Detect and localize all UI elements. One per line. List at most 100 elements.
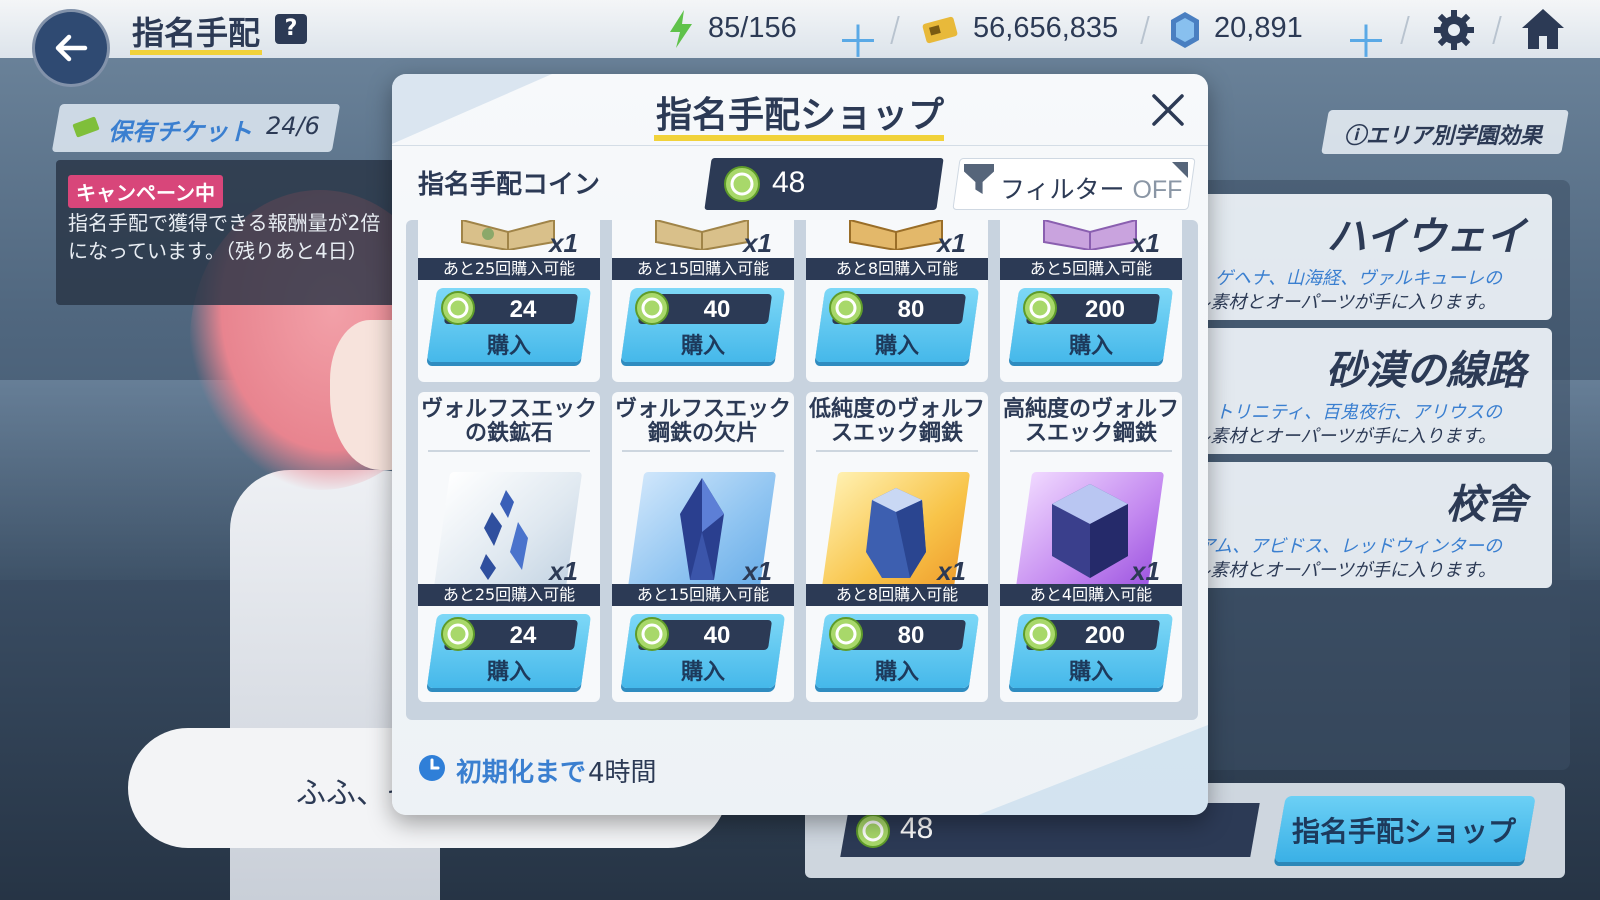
filter-state: OFF: [1132, 176, 1183, 204]
reset-label: 初期化まで: [456, 758, 587, 788]
back-arrow-icon: [55, 34, 88, 62]
buy-label: 購入: [874, 334, 919, 359]
book-icon: [849, 220, 943, 250]
stamina-bolt-icon: [670, 10, 692, 48]
buy-label: 購入: [1068, 660, 1113, 685]
ticket-icon: [72, 116, 100, 138]
buy-label: 購入: [486, 660, 531, 685]
price: 80: [897, 622, 925, 649]
area-name: 砂漠の線路: [1326, 348, 1526, 394]
title-underline: [130, 50, 262, 55]
purchase-limit: あと15回購入可能: [612, 258, 794, 280]
modal-header-separator: [392, 145, 1208, 146]
item-card: x1 あと25回購入可能 24 購入: [418, 220, 600, 382]
item-name: 低純度のヴォルフスエック鋼鉄: [808, 397, 985, 446]
shop-button-label: 指名手配ショップ: [1292, 815, 1517, 848]
credits-value: 56,656,835: [973, 12, 1119, 44]
back-button[interactable]: [32, 9, 110, 87]
item-card-high-purity-steel: 高純度のヴォルフスエック鋼鉄 x1 あと4回購入可能 200 購入: [1000, 392, 1182, 702]
ticket-count: 24/6: [266, 112, 320, 140]
gems-value: 20,891: [1214, 12, 1303, 44]
clock-icon: [419, 755, 445, 781]
item-quantity: x1: [743, 556, 772, 586]
area-schools: ゲヘナ、山海経、ヴァルキューレの: [1214, 268, 1502, 289]
area-desc: キル素材とオーパーツが手に入ります。: [1174, 426, 1496, 447]
item-card: x1 あと8回購入可能 80 購入: [806, 220, 988, 382]
price: 200: [1084, 296, 1126, 323]
price: 80: [897, 296, 925, 323]
purchase-limit: あと25回購入可能: [418, 584, 600, 606]
item-name-separator: [622, 450, 784, 452]
area-desc: キル素材とオーパーツが手に入ります。: [1174, 292, 1496, 313]
item-card: x1 あと15回購入可能 40 購入: [612, 220, 794, 382]
item-card-low-purity-steel: 低純度のヴォルフスエック鋼鉄 x1 あと8回購入可能 80 購入: [806, 392, 988, 702]
filter-label: フィルター OFF: [1000, 175, 1183, 204]
help-icon[interactable]: ?: [275, 14, 307, 44]
area-name: 校舎: [1446, 482, 1526, 528]
buy-label: 購入: [1068, 334, 1113, 359]
add-gems-button[interactable]: ＋: [1344, 6, 1388, 70]
item-quantity: x1: [549, 228, 578, 258]
item-quantity: x1: [937, 228, 966, 258]
credit-ticket-icon: [922, 16, 958, 44]
book-icon: [461, 220, 555, 250]
shop-modal: 指名手配ショップ 指名手配コイン 48 フィルター OFF x1 あと25回購入…: [392, 74, 1208, 815]
purchase-limit: あと4回購入可能: [1000, 584, 1182, 606]
item-name: ヴォルフスエックの鉄鉱石: [420, 397, 597, 446]
area-card-school-building[interactable]: 校舎 ニアム、アビドス、レッドウィンターの キル素材とオーパーツが手に入ります。: [1174, 462, 1552, 588]
area-card-desert-railway[interactable]: 砂漠の線路 トリニティ、百鬼夜行、アリウスの キル素材とオーパーツが手に入ります…: [1174, 328, 1552, 454]
book-icon: [1043, 220, 1137, 250]
item-quantity: x1: [1131, 228, 1160, 258]
area-effect-label: ⓘエリア別学園効果: [1344, 124, 1543, 149]
purchase-limit: あと5回購入可能: [1000, 258, 1182, 280]
coin-icon: [856, 814, 890, 848]
page-title: 指名手配: [132, 14, 261, 52]
modal-decoration: [978, 725, 1208, 815]
bottom-coin-value: 48: [900, 812, 934, 845]
area-schools: トリニティ、百鬼夜行、アリウスの: [1215, 402, 1502, 423]
item-name-separator: [428, 450, 590, 452]
area-name: ハイウェイ: [1326, 214, 1526, 260]
area-schools: ニアム、アビドス、レッドウィンターの: [1179, 536, 1502, 557]
filter-corner-mark: [1172, 162, 1188, 178]
item-quantity: x1: [549, 556, 578, 586]
item-card-steel-shard: ヴォルフスエック鋼鉄の欠片 x1 あと15回購入可能 40 購入: [612, 392, 794, 702]
buy-label: 購入: [874, 660, 919, 685]
price: 24: [509, 296, 537, 323]
purchase-limit: あと25回購入可能: [418, 258, 600, 280]
gem-icon: [1171, 12, 1199, 48]
buy-label: 購入: [486, 334, 531, 359]
item-grid[interactable]: x1 あと25回購入可能 24 購入 x1 あと15回購入可能 40 購入 x1…: [406, 220, 1198, 720]
item-quantity: x1: [1131, 556, 1160, 586]
price: 40: [703, 296, 731, 323]
buy-label: 購入: [680, 334, 725, 359]
stamina-value: 85/156: [708, 12, 797, 44]
buy-label: 購入: [680, 660, 725, 685]
modal-title: 指名手配ショップ: [655, 95, 944, 136]
campaign-text: 指名手配で獲得できる報酬量が2倍になっています。（残りあと4日）: [68, 211, 381, 263]
area-desc: キル素材とオーパーツが手に入ります。: [1174, 560, 1496, 581]
add-stamina-button[interactable]: ＋: [836, 6, 880, 70]
book-icon: [655, 220, 749, 250]
price: 24: [509, 622, 537, 649]
area-card-highway[interactable]: ハイウェイ ゲヘナ、山海経、ヴァルキューレの キル素材とオーパーツが手に入ります…: [1174, 194, 1552, 320]
item-quantity: x1: [937, 556, 966, 586]
purchase-limit: あと8回購入可能: [806, 584, 988, 606]
coin-balance: 48: [772, 166, 806, 199]
item-name-separator: [1010, 450, 1172, 452]
gear-icon[interactable]: [1432, 8, 1476, 52]
purchase-limit: あと15回購入可能: [612, 584, 794, 606]
modal-title-underline: [654, 135, 944, 141]
item-name: ヴォルフスエック鋼鉄の欠片: [614, 397, 791, 446]
price: 200: [1084, 622, 1126, 649]
purchase-limit: あと8回購入可能: [806, 258, 988, 280]
item-card-iron-ore: ヴォルフスエックの鉄鉱石 x1 あと25回購入可能 24 購入: [418, 392, 600, 702]
ticket-label: 保有チケット: [108, 118, 252, 146]
campaign-badge: キャンペーン中: [68, 175, 223, 208]
reset-value: 4時間: [588, 758, 657, 788]
item-card: x1 あと5回購入可能 200 購入: [1000, 220, 1182, 382]
close-icon[interactable]: [1146, 88, 1190, 132]
price: 40: [703, 622, 731, 649]
coin-label: 指名手配コイン: [418, 170, 601, 200]
home-icon[interactable]: [1520, 6, 1566, 52]
